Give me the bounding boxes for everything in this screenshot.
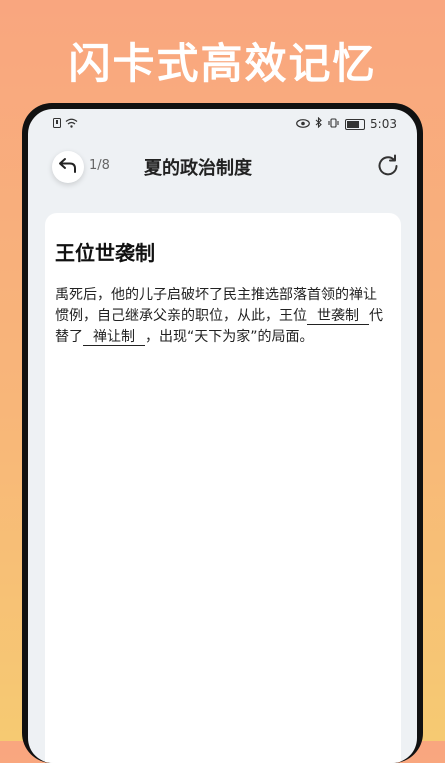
card-body: 禹死后，他的儿子启破坏了民主推选部落首领的禅让惯例，自己继承父亲的职位，从此，王… xyxy=(55,285,387,348)
status-left xyxy=(53,117,78,131)
flashcard[interactable]: 王位世袭制 禹死后，他的儿子启破坏了民主推选部落首领的禅让惯例，自己继承父亲的职… xyxy=(45,213,401,763)
status-right: 5:03 xyxy=(296,116,397,131)
back-button[interactable] xyxy=(52,151,84,183)
refresh-button[interactable] xyxy=(375,153,401,179)
page-title: 夏的政治制度 xyxy=(144,158,252,179)
fill-blank-answer-1[interactable]: 世袭制 xyxy=(307,308,369,325)
bluetooth-icon xyxy=(315,116,322,131)
fill-blank-answer-2[interactable]: 禅让制 xyxy=(83,329,145,346)
refresh-icon xyxy=(375,154,401,183)
status-bar: 5:03 xyxy=(28,109,417,137)
eye-icon xyxy=(296,117,310,131)
card-heading: 王位世袭制 xyxy=(55,241,155,265)
phone-frame: 5:03 1/8 夏的政治制度 王位世袭制 禹死后，他的儿子启破坏了民主推选部落… xyxy=(22,103,423,763)
wifi-icon xyxy=(65,117,78,131)
status-time: 5:03 xyxy=(370,117,397,131)
card-counter: 1/8 xyxy=(89,158,110,173)
banner-title: 闪卡式高效记忆 xyxy=(68,39,377,88)
phone-screen: 5:03 1/8 夏的政治制度 王位世袭制 禹死后，他的儿子启破坏了民主推选部落… xyxy=(28,109,417,763)
vibrate-icon xyxy=(327,117,340,131)
undo-arrow-icon xyxy=(58,156,78,178)
card-text-part3: ，出现“天下为家”的局面。 xyxy=(145,329,314,345)
notification-icon xyxy=(53,117,61,131)
battery-icon xyxy=(345,118,366,130)
